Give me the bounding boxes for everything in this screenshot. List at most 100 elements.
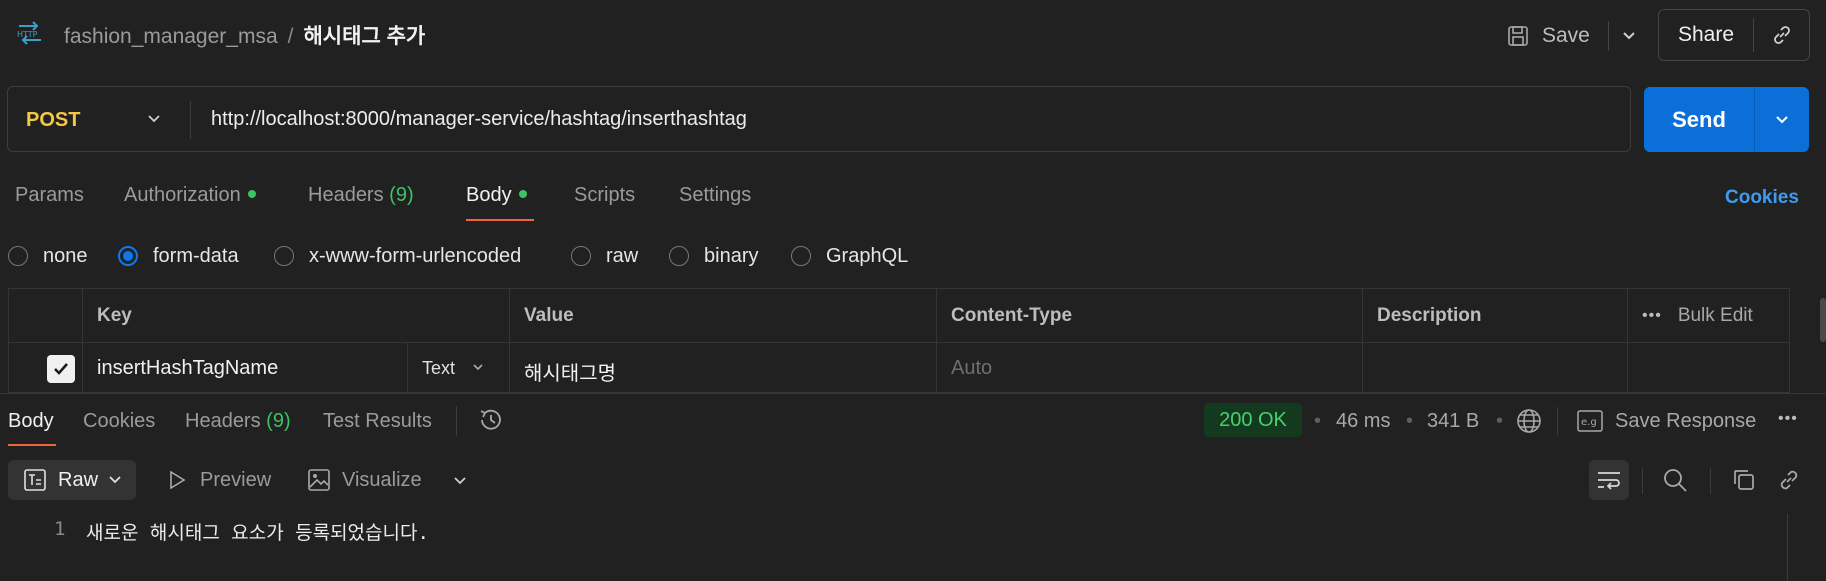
breadcrumb-separator: / xyxy=(287,25,294,48)
breadcrumb-collection[interactable]: fashion_manager_msa xyxy=(64,25,278,48)
response-more-icon[interactable]: ••• xyxy=(1778,410,1798,428)
send-button-group: Send xyxy=(1644,87,1809,152)
response-tab-test-results[interactable]: Test Results xyxy=(323,410,432,433)
globe-icon[interactable] xyxy=(1515,407,1543,441)
copy-link-icon[interactable] xyxy=(1754,23,1809,47)
tab-headers[interactable]: Headers (9) xyxy=(308,184,414,207)
row-type-select[interactable]: Text xyxy=(408,343,510,393)
tab-authorization-label: Authorization xyxy=(124,184,241,206)
radio-binary[interactable]: binary xyxy=(669,242,758,270)
share-button[interactable]: Share xyxy=(1659,23,1753,47)
response-time[interactable]: 46 ms xyxy=(1336,410,1390,433)
tab-authorization[interactable]: Authorization xyxy=(124,184,256,207)
radio-none[interactable]: none xyxy=(8,242,88,270)
save-group: Save xyxy=(1506,16,1639,56)
http-icon: HTTP xyxy=(15,18,45,54)
url-bar: POST http://localhost:8000/manager-servi… xyxy=(7,86,1631,152)
share-group: Share xyxy=(1658,9,1810,61)
raw-format-label: Raw xyxy=(58,468,99,491)
svg-text:HTTP: HTTP xyxy=(17,30,38,39)
row-type-label: Text xyxy=(422,358,456,378)
radio-raw-label: raw xyxy=(606,244,639,267)
raw-chevron-icon xyxy=(106,471,124,489)
bulk-edit-button[interactable]: Bulk Edit xyxy=(1678,305,1753,327)
response-tab-cookies[interactable]: Cookies xyxy=(83,410,155,433)
response-active-tab-underline xyxy=(8,444,56,446)
tab-body[interactable]: Body xyxy=(466,184,527,207)
radio-circle-selected xyxy=(118,246,138,266)
radio-form-data[interactable]: form-data xyxy=(118,242,239,270)
visualize-icon[interactable] xyxy=(307,468,331,498)
save-response-button[interactable]: Save Response xyxy=(1615,410,1756,433)
table-scrollbar[interactable] xyxy=(1820,298,1826,342)
type-chevron-icon xyxy=(470,359,486,380)
send-button[interactable]: Send xyxy=(1644,87,1755,152)
visualize-button[interactable]: Visualize xyxy=(342,469,422,492)
preview-icon[interactable] xyxy=(166,469,188,497)
radio-circle xyxy=(8,246,28,266)
tab-settings[interactable]: Settings xyxy=(679,184,751,207)
row-enabled-checkbox[interactable] xyxy=(47,355,75,383)
row-key-input[interactable]: insertHashTagName xyxy=(83,343,408,393)
column-header-content-type: Content-Type xyxy=(937,288,1363,343)
response-tab-headers[interactable]: Headers (9) xyxy=(185,410,291,433)
radio-urlencoded-label: x-www-form-urlencoded xyxy=(309,244,522,267)
response-size[interactable]: 341 B xyxy=(1427,410,1479,433)
response-tab-headers-label: Headers xyxy=(185,410,261,432)
radio-form-data-label: form-data xyxy=(153,244,239,267)
radio-binary-label: binary xyxy=(704,244,759,267)
tab-headers-label: Headers xyxy=(308,184,384,206)
breadcrumb-request-name[interactable]: 해시태그 추가 xyxy=(303,25,425,48)
row-description-input[interactable] xyxy=(1363,343,1628,393)
more-options-icon[interactable]: ••• xyxy=(1642,307,1662,325)
column-header-description: Description xyxy=(1363,288,1628,343)
history-icon[interactable] xyxy=(477,406,505,440)
active-tab-underline xyxy=(466,219,534,221)
tab-body-label: Body xyxy=(466,184,512,206)
response-tab-headers-count: (9) xyxy=(266,410,291,432)
line-number: 1 xyxy=(54,518,66,540)
url-input[interactable]: http://localhost:8000/manager-service/ha… xyxy=(211,108,747,131)
radio-raw[interactable]: raw xyxy=(571,242,638,270)
radio-circle xyxy=(274,246,294,266)
breadcrumb: fashion_manager_msa / 해시태그 추가 xyxy=(64,20,425,50)
body-indicator-dot xyxy=(518,189,527,198)
authorization-indicator-dot xyxy=(247,189,256,198)
save-response-icon[interactable]: e.g xyxy=(1577,410,1603,438)
pane-divider[interactable] xyxy=(0,393,1826,394)
radio-circle xyxy=(669,246,689,266)
copy-icon[interactable] xyxy=(1731,467,1757,499)
save-options-chevron-icon[interactable] xyxy=(1619,26,1639,46)
row-value-input[interactable]: 해시태그명 xyxy=(510,343,937,393)
raw-format-icon xyxy=(24,469,46,491)
row-content-type-input[interactable]: Auto xyxy=(937,343,1363,393)
editor-scrollbar-track[interactable] xyxy=(1787,514,1788,581)
wrap-lines-icon[interactable] xyxy=(1589,460,1629,500)
tab-scripts[interactable]: Scripts xyxy=(574,184,635,207)
radio-circle xyxy=(791,246,811,266)
radio-graphql-label: GraphQL xyxy=(826,244,909,267)
link-icon[interactable] xyxy=(1776,467,1802,499)
svg-text:e.g: e.g xyxy=(1581,417,1597,428)
response-body-line[interactable]: 새로운 해시태그 요소가 등록되었습니다. xyxy=(86,518,429,545)
save-button[interactable]: Save xyxy=(1542,24,1590,48)
method-select[interactable]: POST xyxy=(26,109,80,132)
radio-none-label: none xyxy=(43,244,88,267)
radio-urlencoded[interactable]: x-www-form-urlencoded xyxy=(274,242,521,270)
column-header-value: Value xyxy=(510,288,937,343)
status-badge[interactable]: 200 OK xyxy=(1204,403,1302,437)
save-icon[interactable] xyxy=(1506,24,1530,48)
radio-circle xyxy=(571,246,591,266)
visualize-chevron-icon[interactable] xyxy=(450,471,470,497)
send-options-chevron-icon[interactable] xyxy=(1755,87,1809,152)
cookies-link[interactable]: Cookies xyxy=(1725,187,1799,209)
raw-format-select[interactable]: Raw xyxy=(8,460,136,500)
preview-button[interactable]: Preview xyxy=(200,469,271,492)
method-chevron-icon[interactable] xyxy=(144,109,164,135)
response-tab-body[interactable]: Body xyxy=(8,410,54,433)
app-header: HTTP fashion_manager_msa / 해시태그 추가 Save Sh… xyxy=(0,0,1826,68)
table-actions: ••• Bulk Edit xyxy=(1628,288,1790,343)
search-icon[interactable] xyxy=(1662,467,1688,499)
tab-params[interactable]: Params xyxy=(15,184,84,207)
radio-graphql[interactable]: GraphQL xyxy=(791,242,908,270)
